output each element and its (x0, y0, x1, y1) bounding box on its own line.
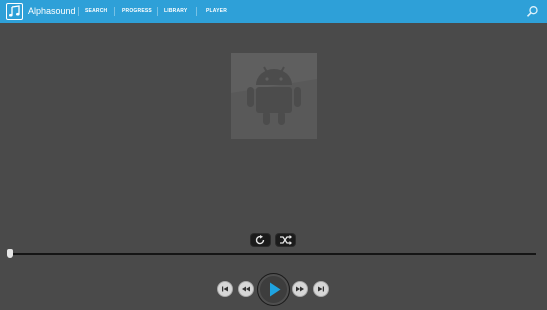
music-note-icon[interactable] (6, 3, 23, 20)
repeat-icon (255, 235, 265, 245)
rewind-icon (242, 286, 250, 292)
nav-divider (157, 7, 158, 16)
android-placeholder-icon (247, 66, 301, 125)
tab-player[interactable]: PLAYER (206, 8, 227, 15)
nav-divider (78, 7, 79, 16)
tab-search[interactable]: SEARCH (85, 8, 107, 15)
app-title: Alphasound (28, 6, 76, 16)
rewind-button[interactable] (238, 281, 254, 297)
shuffle-icon (280, 235, 292, 245)
seek-thumb[interactable] (7, 249, 13, 258)
fast-forward-icon (296, 286, 304, 292)
tab-progress[interactable]: PROGRESS (122, 8, 152, 15)
skip-previous-button[interactable] (217, 281, 233, 297)
skip-next-icon (318, 286, 324, 292)
album-art (231, 53, 317, 139)
nav-divider (114, 7, 115, 16)
play-icon (270, 282, 281, 297)
repeat-button[interactable] (251, 234, 270, 246)
app-toolbar: Alphasound SEARCH PROGRESS LIBRARY PLAYE… (0, 0, 547, 23)
fast-forward-button[interactable] (292, 281, 308, 297)
tab-library[interactable]: LIBRARY (164, 8, 187, 15)
play-button[interactable] (257, 273, 290, 306)
skip-next-button[interactable] (313, 281, 329, 297)
skip-previous-icon (222, 286, 228, 292)
nav-divider (196, 7, 197, 16)
search-icon[interactable] (526, 5, 539, 18)
seek-bar[interactable] (9, 253, 536, 255)
shuffle-button[interactable] (276, 234, 295, 246)
